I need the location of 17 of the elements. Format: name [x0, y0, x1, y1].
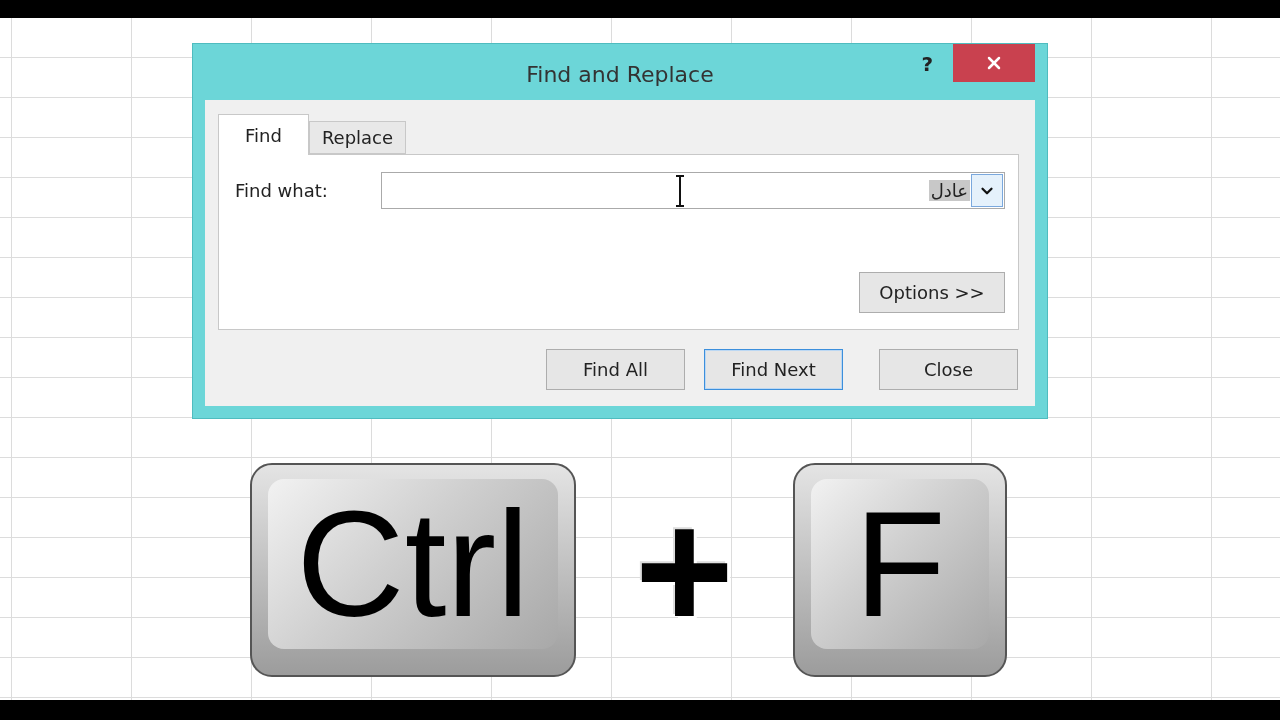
- help-button[interactable]: ?: [921, 52, 933, 76]
- window-title: Find and Replace: [526, 60, 714, 87]
- keyboard-key: Ctrl: [250, 463, 576, 677]
- field-value: عادل: [928, 180, 970, 201]
- find-what-field[interactable]: عادل: [381, 172, 1005, 209]
- find-what-label: Find what:: [235, 180, 329, 201]
- close-button[interactable]: [953, 44, 1035, 82]
- dialog-button[interactable]: Find All: [546, 349, 685, 390]
- tab[interactable]: Replace: [308, 121, 407, 154]
- dialog-button[interactable]: Close: [879, 349, 1018, 390]
- dropdown-button[interactable]: [971, 174, 1003, 207]
- plus-sign: +: [633, 485, 736, 655]
- dialog-button[interactable]: Find Next: [704, 349, 843, 390]
- text-cursor-icon: [675, 175, 685, 207]
- tab[interactable]: Find: [218, 114, 309, 155]
- keyboard-key: F: [793, 463, 1007, 677]
- options-button[interactable]: Options >>: [859, 272, 1005, 313]
